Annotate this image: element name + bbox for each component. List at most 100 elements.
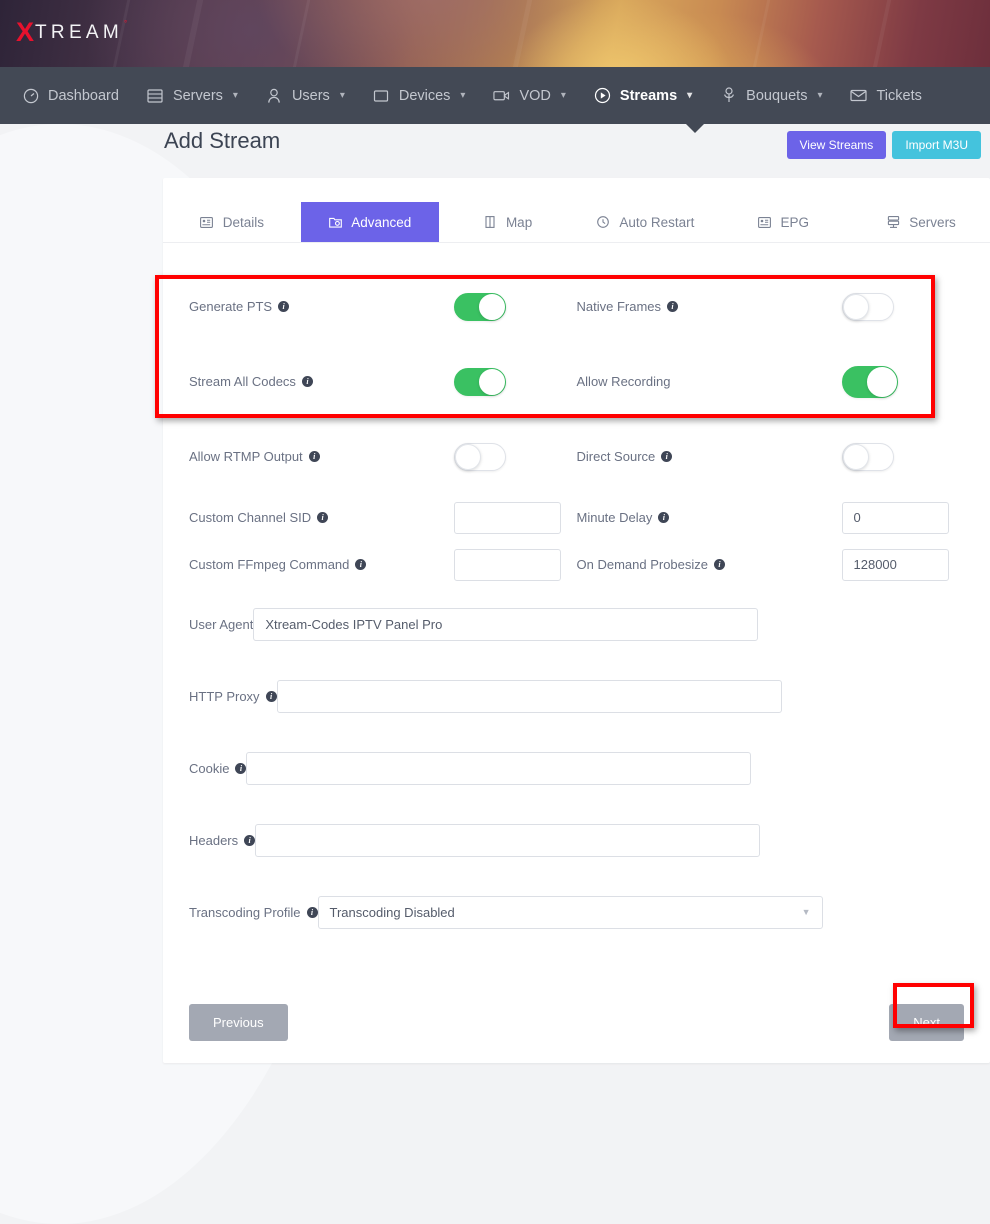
label-text: Custom Channel SID <box>189 510 311 525</box>
transcoding-profile-label: Transcoding Profile i <box>189 905 318 920</box>
xtream-logo[interactable]: X TREAM ° <box>16 19 127 46</box>
field-allow-rtmp-output: Allow RTMP Output i <box>189 443 577 471</box>
label-text: Allow Recording <box>577 374 671 389</box>
info-icon[interactable]: i <box>266 691 277 702</box>
form-row-http-proxy: HTTP Proxy i <box>189 660 964 732</box>
nav-label: Bouquets <box>746 88 807 104</box>
next-button[interactable]: Next <box>889 1004 964 1041</box>
generate-pts-toggle[interactable] <box>454 293 506 321</box>
field-stream-all-codecs: Stream All Codecs i <box>189 368 577 396</box>
stream-all-codecs-label: Stream All Codecs i <box>189 374 454 389</box>
logo-name: TREAM <box>35 23 123 42</box>
tab-servers[interactable]: Servers <box>852 202 990 242</box>
info-icon[interactable]: i <box>317 512 328 523</box>
info-icon[interactable]: i <box>302 376 313 387</box>
advanced-icon <box>328 215 342 229</box>
bouquet-icon <box>720 87 737 104</box>
nav-item-users[interactable]: Users ▾ <box>252 67 359 124</box>
field-minute-delay: Minute Delay i <box>577 502 965 534</box>
label-text: Minute Delay <box>577 510 653 525</box>
direct-source-toggle[interactable] <box>842 443 894 471</box>
info-icon[interactable]: i <box>714 559 725 570</box>
info-icon[interactable]: i <box>658 512 669 523</box>
form-row-headers: Headers i <box>189 804 964 876</box>
label-text: On Demand Probesize <box>577 557 709 572</box>
custom-channel-sid-input[interactable] <box>454 502 561 534</box>
chevron-down-icon: ▾ <box>561 90 566 101</box>
nav-item-servers[interactable]: Servers ▾ <box>133 67 252 124</box>
cookie-label: Cookie i <box>189 761 246 776</box>
tab-advanced[interactable]: Advanced <box>301 202 439 242</box>
form-row-cookie: Cookie i <box>189 732 964 804</box>
field-custom-ffmpeg-command: Custom FFmpeg Command i <box>189 549 577 581</box>
form-footer: Previous Next <box>163 968 990 1063</box>
tab-details[interactable]: Details <box>163 202 301 242</box>
nav-label: Users <box>292 88 330 104</box>
field-generate-pts: Generate PTS i <box>189 293 577 321</box>
clock-icon <box>596 215 610 229</box>
tab-epg[interactable]: EPG <box>714 202 852 242</box>
epg-icon <box>757 215 771 229</box>
nav-label: Servers <box>173 88 223 104</box>
info-icon[interactable]: i <box>309 451 320 462</box>
headers-input[interactable] <box>255 824 760 857</box>
chevron-down-icon: ▾ <box>233 90 238 101</box>
tab-map[interactable]: Map <box>439 202 577 242</box>
label-text: Custom FFmpeg Command <box>189 557 349 572</box>
page-title: Add Stream <box>164 128 280 154</box>
info-icon[interactable]: i <box>667 301 678 312</box>
info-icon[interactable]: i <box>355 559 366 570</box>
form-row-3: Allow RTMP Output i Direct Source i <box>189 419 964 494</box>
nav-label: Devices <box>399 88 451 104</box>
allow-rtmp-output-label: Allow RTMP Output i <box>189 449 454 464</box>
tab-label: Advanced <box>351 215 411 230</box>
info-icon[interactable]: i <box>244 835 255 846</box>
user-agent-input[interactable] <box>253 608 758 641</box>
tab-bar: Details Advanced Map Auto Restart EPG Se… <box>163 202 990 243</box>
user-icon <box>266 87 283 104</box>
chevron-down-icon: ▾ <box>687 90 692 101</box>
tab-label: EPG <box>780 215 809 230</box>
tab-label: Servers <box>909 215 956 230</box>
view-streams-button[interactable]: View Streams <box>787 131 887 159</box>
info-icon[interactable]: i <box>307 907 318 918</box>
nav-item-streams[interactable]: Streams ▾ <box>580 67 706 124</box>
custom-channel-sid-label: Custom Channel SID i <box>189 510 454 525</box>
label-text: Stream All Codecs <box>189 374 296 389</box>
previous-button[interactable]: Previous <box>189 1004 288 1041</box>
label-text: Headers <box>189 833 238 848</box>
nav-item-vod[interactable]: VOD ▾ <box>479 67 579 124</box>
allow-rtmp-output-toggle[interactable] <box>454 443 506 471</box>
import-m3u-button[interactable]: Import M3U <box>892 131 981 159</box>
nav-item-devices[interactable]: Devices ▾ <box>359 67 480 124</box>
field-direct-source: Direct Source i <box>577 443 965 471</box>
tab-label: Details <box>223 215 264 230</box>
nav-item-bouquets[interactable]: Bouquets ▾ <box>706 67 836 124</box>
info-icon[interactable]: i <box>235 763 246 774</box>
direct-source-label: Direct Source i <box>577 449 842 464</box>
main-navigation: Dashboard Servers ▾ Users ▾ Devices ▾ VO… <box>0 67 990 124</box>
minute-delay-input[interactable] <box>842 502 949 534</box>
tab-auto-restart[interactable]: Auto Restart <box>576 202 714 242</box>
stream-all-codecs-toggle[interactable] <box>454 368 506 396</box>
http-proxy-label: HTTP Proxy i <box>189 689 277 704</box>
label-text: HTTP Proxy <box>189 689 260 704</box>
transcoding-profile-select[interactable]: Transcoding Disabled ▼ <box>318 896 823 929</box>
native-frames-toggle[interactable] <box>842 293 894 321</box>
form-row-1: Generate PTS i Native Frames i <box>189 269 964 344</box>
nav-item-tickets[interactable]: Tickets <box>836 67 935 124</box>
info-icon[interactable]: i <box>278 301 289 312</box>
custom-ffmpeg-command-input[interactable] <box>454 549 561 581</box>
gauge-icon <box>22 87 39 104</box>
nav-item-dashboard[interactable]: Dashboard <box>8 67 133 124</box>
info-icon[interactable]: i <box>661 451 672 462</box>
user-agent-label: User Agent <box>189 617 253 632</box>
http-proxy-input[interactable] <box>277 680 782 713</box>
allow-recording-toggle[interactable] <box>842 366 898 398</box>
on-demand-probesize-input[interactable] <box>842 549 949 581</box>
add-stream-card: Details Advanced Map Auto Restart EPG Se… <box>163 178 990 1063</box>
logo-tm: ° <box>124 19 127 28</box>
cookie-input[interactable] <box>246 752 751 785</box>
label-text: Cookie <box>189 761 229 776</box>
form-row-5: Custom FFmpeg Command i On Demand Probes… <box>189 541 964 588</box>
